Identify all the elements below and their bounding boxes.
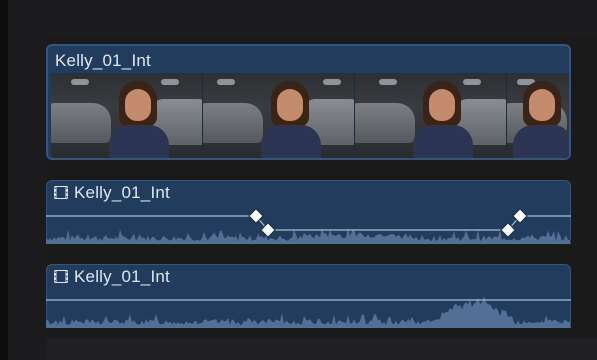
filmstrip-frame	[203, 73, 355, 158]
clip-name-label: Kelly_01_Int	[55, 51, 151, 70]
filmstrip-frame	[507, 73, 569, 158]
video-clip[interactable]: Kelly_01_Int	[46, 44, 571, 160]
volume-keyframe[interactable]	[248, 208, 264, 224]
timeline-ruler[interactable]	[46, 0, 597, 37]
volume-keyframe[interactable]	[260, 222, 276, 238]
volume-keyframe[interactable]	[500, 222, 516, 238]
volume-keyframe[interactable]	[512, 208, 528, 224]
timeline-left-gutter	[0, 0, 46, 360]
audio-clip[interactable]: Kelly_01_Int	[46, 264, 571, 328]
audio-clip-keyframed[interactable]: Kelly_01_Int	[46, 180, 571, 244]
clip-filmstrip	[51, 73, 569, 158]
volume-keyframes[interactable]	[46, 180, 571, 244]
film-icon	[54, 270, 68, 283]
timeline-empty-lane[interactable]	[46, 338, 597, 360]
filmstrip-frame	[355, 73, 507, 158]
clip-name-label: Kelly_01_Int	[74, 267, 170, 286]
audio-waveform	[46, 296, 571, 328]
gutter-edge	[0, 0, 8, 360]
filmstrip-frame	[51, 73, 203, 158]
